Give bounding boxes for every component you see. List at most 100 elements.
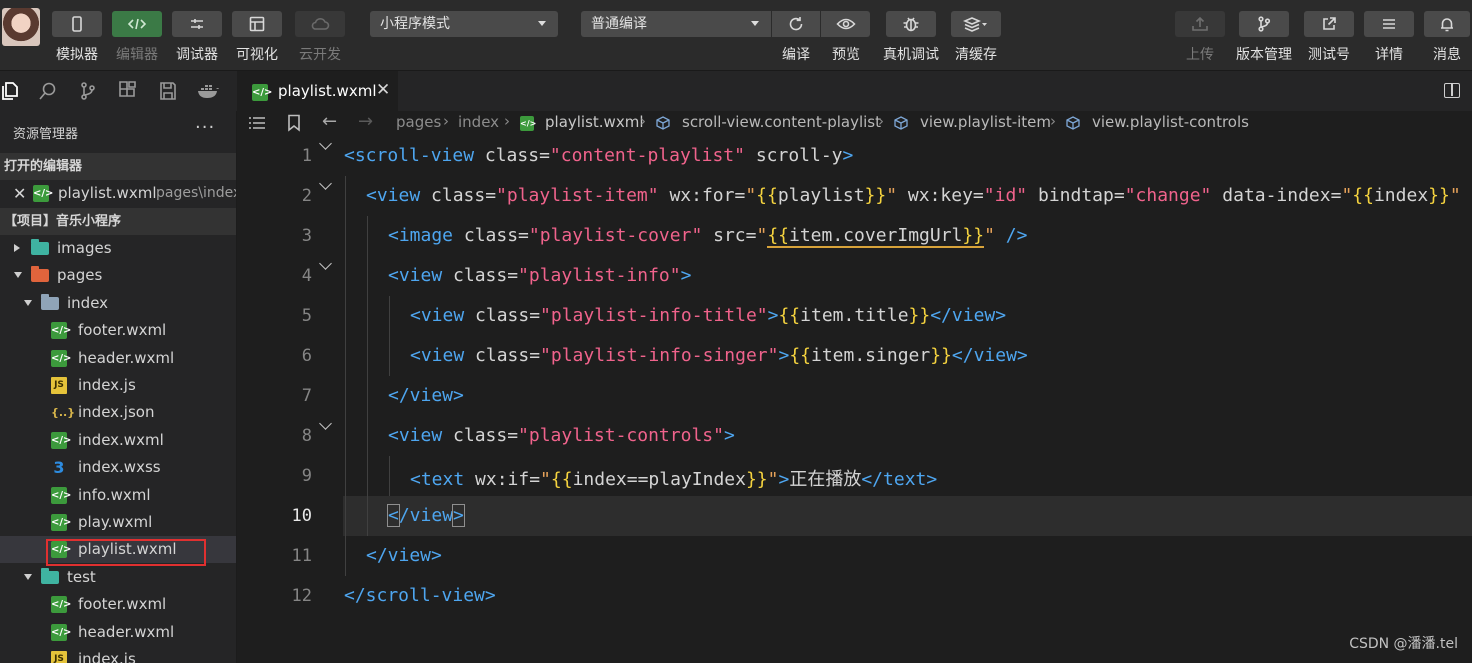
open-editor-item[interactable]: ✕ </> playlist.wxml pages\index [0, 180, 236, 207]
line-number: 12 [291, 586, 312, 606]
tree-folder[interactable]: test [0, 564, 236, 591]
chevron-right-icon[interactable] [14, 244, 20, 252]
tree-item-label: index.js [78, 376, 136, 394]
avatar[interactable] [2, 8, 40, 46]
search-icon[interactable] [38, 81, 58, 101]
tree-file[interactable]: </> play.wxml [0, 509, 236, 536]
breadcrumb-playlist-item[interactable]: view.playlist-item [920, 113, 1051, 131]
branch-icon [1258, 16, 1271, 32]
chevron-right-icon: › [443, 112, 449, 130]
more-icon[interactable]: ··· [195, 117, 215, 138]
compile-button[interactable] [772, 11, 820, 37]
tok: </view> [930, 305, 1007, 326]
tree-file[interactable]: </> header.wxml [0, 345, 236, 372]
mode-select-value: 小程序模式 [380, 16, 450, 32]
extensions-icon[interactable] [118, 81, 138, 101]
tok: </view> [951, 345, 1028, 366]
tok: {{ [767, 225, 789, 246]
tree-file[interactable]: JS index.js [0, 646, 236, 663]
tok: "playlist-cover" [528, 225, 703, 246]
tok: > [767, 305, 779, 326]
watermark: CSDN @潘潘.tel [1349, 636, 1458, 652]
list-icon[interactable] [248, 116, 266, 130]
chevron-right-icon: › [878, 112, 884, 130]
tree-folder[interactable]: index [0, 290, 236, 317]
chevron-right-icon: › [640, 112, 646, 130]
storage-icon[interactable] [158, 81, 178, 101]
wxml-file-icon: </> [51, 624, 71, 641]
docker-icon[interactable] [196, 81, 220, 101]
tok: <view [388, 265, 443, 286]
tree-file[interactable]: </> header.wxml [0, 619, 236, 646]
test-account-button[interactable] [1304, 11, 1354, 37]
tok: "playlist-controls" [518, 425, 724, 446]
details-button[interactable] [1364, 11, 1414, 37]
tree-file[interactable]: {..} index.json [0, 399, 236, 426]
remote-debug-button[interactable] [886, 11, 936, 37]
close-icon[interactable]: ✕ [13, 180, 26, 207]
source-control-icon[interactable] [78, 81, 98, 101]
breadcrumb-playlist-controls[interactable]: view.playlist-controls [1092, 113, 1249, 131]
project-header[interactable]: 【项目】音乐小程序 [0, 208, 236, 235]
wxml-file-icon: </> [51, 350, 71, 367]
wxml-file-icon: </> [33, 185, 53, 202]
fold-chevron-icon[interactable] [319, 417, 332, 430]
breadcrumb-scroll-view[interactable]: scroll-view.content-playlist [682, 113, 881, 131]
close-icon[interactable]: ✕ [376, 80, 390, 100]
simulator-button[interactable] [52, 11, 102, 37]
tok: > [778, 469, 790, 490]
split-editor-icon[interactable] [1444, 83, 1460, 98]
compile-select[interactable]: 普通编译 [581, 11, 771, 37]
tree-folder[interactable]: images [0, 235, 236, 262]
tree-file[interactable]: </> footer.wxml [0, 591, 236, 618]
tree-file[interactable]: JS index.js [0, 372, 236, 399]
mode-select[interactable]: 小程序模式 [370, 11, 558, 37]
code-editor[interactable]: 1 2 3 4 5 6 7 8 9 10 11 12 <scroll-view … [238, 136, 1472, 663]
tok: }} [930, 345, 952, 366]
editor-tab-bar: </> playlist.wxml ✕ [238, 71, 1472, 111]
breadcrumb-file[interactable]: playlist.wxml [545, 113, 643, 131]
cloud-dev-button[interactable] [295, 11, 345, 37]
debug-icon [191, 19, 203, 29]
tree-item-label: index.js [78, 650, 136, 663]
tok: <image [388, 225, 454, 246]
breadcrumb-index[interactable]: index [458, 113, 499, 131]
tok: > [452, 504, 465, 527]
tok: }} [908, 305, 931, 326]
tok: </scroll-view> [344, 585, 496, 606]
code-line-10: </view> [387, 504, 465, 527]
messages-button[interactable] [1424, 11, 1470, 37]
tree-file[interactable]: </> index.wxml [0, 427, 236, 454]
editor-button[interactable] [112, 11, 162, 37]
forward-arrow-icon[interactable]: → [358, 111, 373, 132]
fold-chevron-icon[interactable] [319, 177, 332, 190]
back-arrow-icon[interactable]: ← [322, 111, 337, 132]
tok: {{ [756, 185, 778, 206]
fold-chevron-icon[interactable] [319, 137, 332, 150]
fold-chevron-icon[interactable] [319, 257, 332, 270]
preview-button[interactable] [821, 11, 870, 37]
tab-playlist-wxml[interactable]: </> playlist.wxml ✕ [238, 71, 398, 111]
tree-file[interactable]: 3 index.wxss [0, 454, 236, 481]
chevron-right-icon: › [504, 112, 510, 130]
upload-button[interactable] [1175, 11, 1225, 37]
visualize-button[interactable] [232, 11, 282, 37]
version-button[interactable] [1239, 11, 1289, 37]
tree-folder[interactable]: pages [0, 262, 236, 289]
tok: class= [464, 305, 541, 326]
chevron-down-icon[interactable] [14, 272, 22, 278]
tree-file[interactable]: </> info.wxml [0, 482, 236, 509]
wxml-file-icon: </> [520, 116, 536, 131]
debugger-button[interactable] [172, 11, 222, 37]
indent-guide [345, 176, 346, 576]
files-icon[interactable] [0, 81, 20, 101]
chevron-down-icon[interactable] [24, 574, 32, 580]
tok: 正在播放 [789, 469, 862, 490]
bookmark-icon[interactable] [287, 114, 301, 132]
chevron-down-icon[interactable] [24, 300, 32, 306]
line-number: 8 [301, 426, 312, 446]
tree-file[interactable]: </> footer.wxml [0, 317, 236, 344]
clear-cache-button[interactable] [951, 11, 1001, 37]
open-editors-header[interactable]: 打开的编辑器 [0, 153, 236, 180]
breadcrumb-pages[interactable]: pages [396, 113, 441, 131]
